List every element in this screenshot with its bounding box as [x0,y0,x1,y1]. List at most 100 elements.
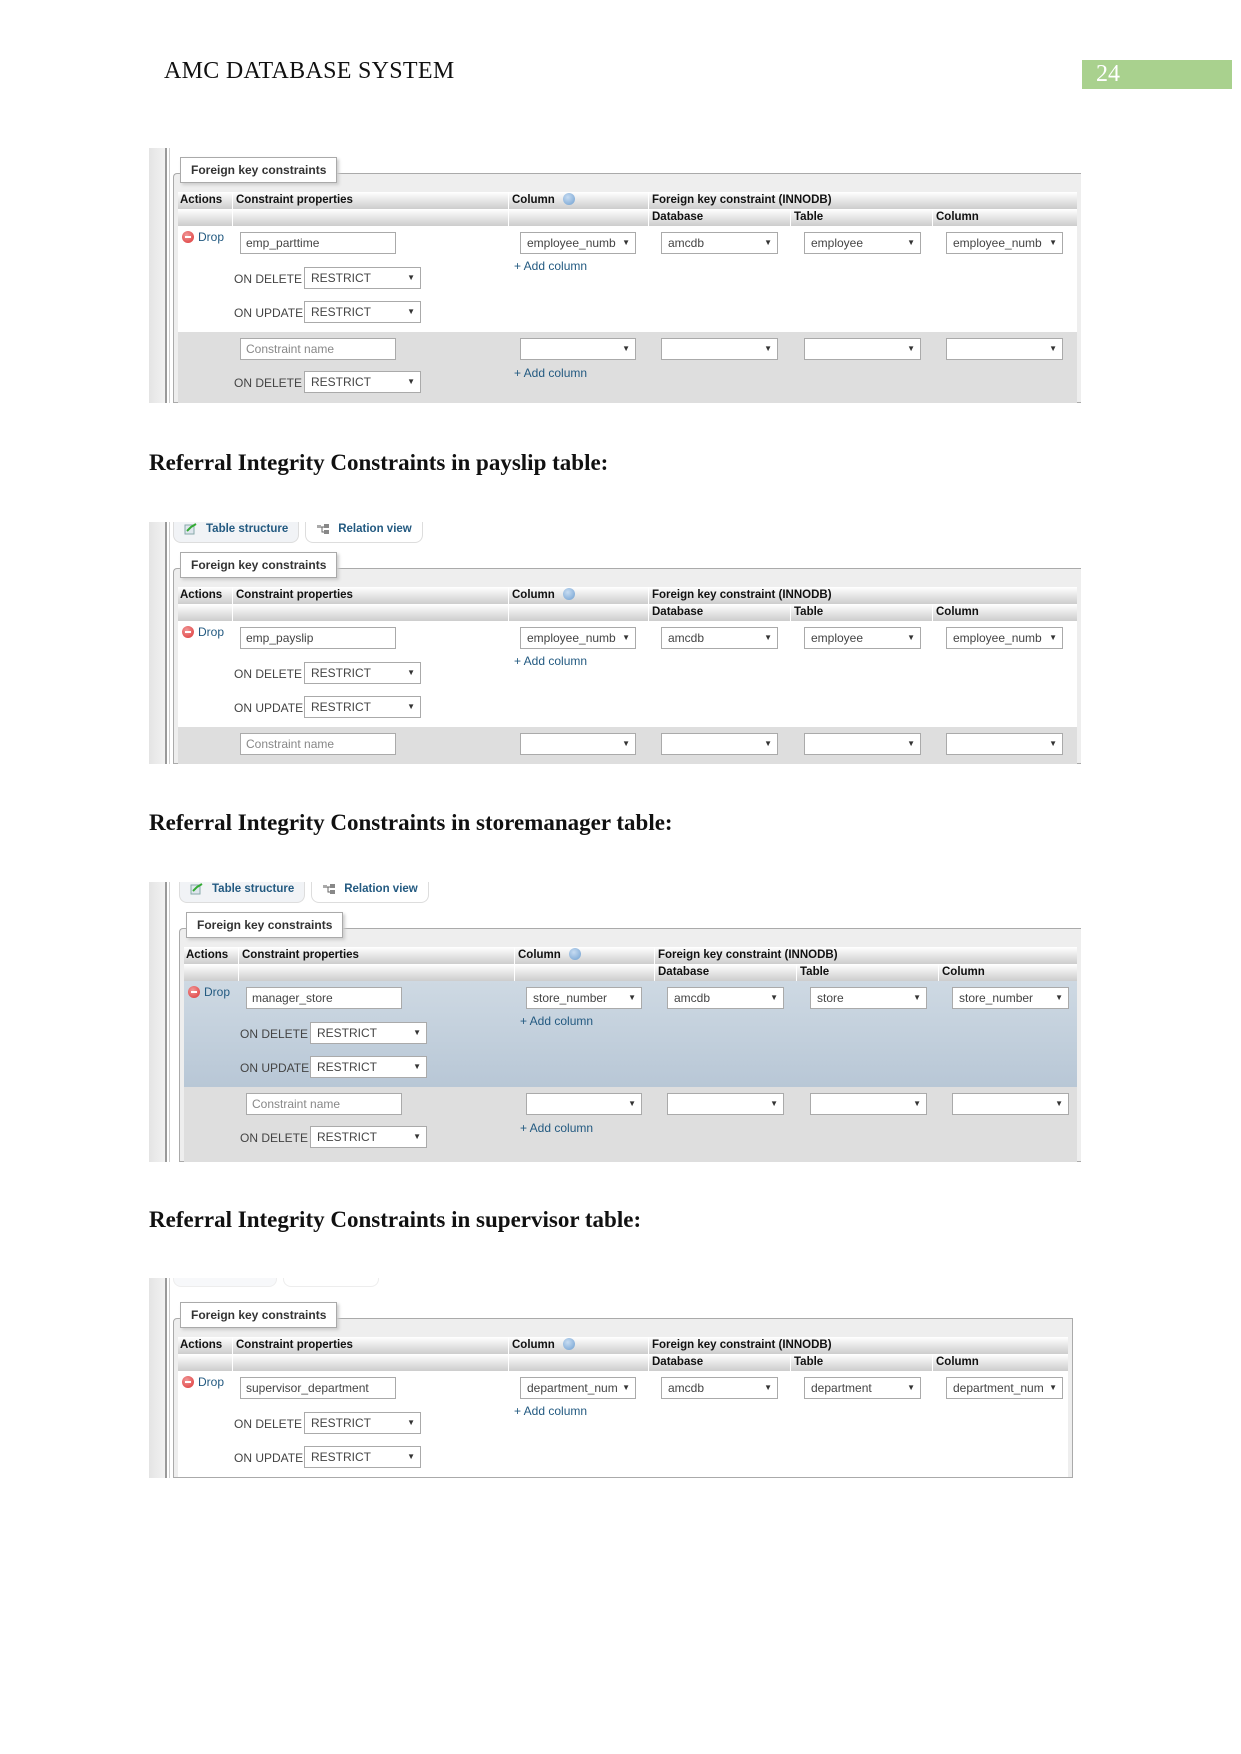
ref-column-select[interactable]: employee_numb ▼ [946,627,1063,649]
tab-relation-view[interactable]: Relation view [283,1278,379,1287]
constraint-name-input-new[interactable]: Constraint name [246,1093,402,1115]
col-table: Table [794,606,824,618]
ref-column-select-new[interactable]: ▼ [952,1093,1069,1115]
heading-payslip: Referral Integrity Constraints in paysli… [149,450,609,475]
drop-button[interactable]: Drop [188,985,230,999]
database-select-new[interactable]: ▼ [661,733,778,755]
col-ref-column: Column [936,606,979,618]
constraint-name-input[interactable]: emp_payslip [240,627,396,649]
drop-button[interactable]: Drop [182,625,224,639]
help-icon[interactable] [562,1338,575,1350]
add-column-link[interactable]: + Add column [514,366,587,380]
table-select[interactable]: store ▼ [810,987,927,1009]
on-delete-select[interactable]: RESTRICT ▼ [304,1412,421,1434]
screenshot-parttime-fk: Foreign key constraints Actions Constrai… [149,148,1081,403]
constraint-name-input-new[interactable]: Constraint name [240,338,396,360]
on-delete-select[interactable]: RESTRICT ▼ [304,267,421,289]
drop-icon [182,231,194,243]
col-database: Database [652,606,704,618]
add-column-link[interactable]: + Add column [520,1121,593,1135]
new-fk-row: Constraint name ON DELETE RESTRICT ▼ ▼ + … [178,332,1077,403]
on-delete-label: ON DELETE [234,376,303,390]
constraint-name-input[interactable]: emp_parttime [240,232,396,254]
col-database: Database [652,1356,704,1368]
constraint-name-input[interactable]: manager_store [246,987,402,1009]
col-database: Database [652,211,704,223]
tab-table-structure[interactable]: Table structure [173,1278,278,1287]
column-select-new[interactable]: ▼ [520,733,636,755]
ref-column-select[interactable]: employee_numb ▼ [946,232,1063,254]
help-icon[interactable] [562,588,575,600]
database-select[interactable]: amcdb ▼ [661,232,778,254]
add-column-link[interactable]: + Add column [514,1404,587,1418]
on-update-select[interactable]: RESTRICT ▼ [304,696,421,718]
drop-button[interactable]: Drop [182,1375,224,1389]
table-select[interactable]: employee ▼ [804,627,921,649]
fk-row-highlighted: Drop manager_store ON DELETE RESTRICT ▼ O… [184,981,1077,1087]
drop-icon [182,1376,194,1388]
constraint-name-input[interactable]: supervisor_department [240,1377,396,1399]
table-select-new[interactable]: ▼ [810,1093,927,1115]
tab-table-structure[interactable]: Table structure [179,882,306,903]
ref-column-select[interactable]: store_number ▼ [952,987,1069,1009]
ref-column-select-new[interactable]: ▼ [946,338,1063,360]
col-database: Database [658,966,710,978]
page-number: 24 [1082,60,1232,89]
column-select[interactable]: employee_numb ▼ [520,232,636,254]
column-select-new[interactable]: ▼ [520,338,636,360]
database-select[interactable]: amcdb ▼ [667,987,784,1009]
on-update-select[interactable]: RESTRICT ▼ [304,301,421,323]
help-icon[interactable] [568,948,581,960]
col-table: Table [794,211,824,223]
on-delete-label: ON DELETE [234,667,303,681]
ref-column-select-new[interactable]: ▼ [946,733,1063,755]
on-update-select[interactable]: RESTRICT ▼ [310,1056,427,1078]
col-constraint-properties: Constraint properties [236,1339,353,1351]
column-select-new[interactable]: ▼ [526,1093,642,1115]
add-column-link[interactable]: + Add column [520,1014,593,1028]
on-delete-label: ON DELETE [234,272,303,286]
tab-bar: Table structure Relation view [179,882,429,903]
on-delete-label: ON DELETE [234,1417,303,1431]
screenshot-payslip-fk: Table structure Relation view Foreign ke… [149,522,1081,764]
table-select[interactable]: department ▼ [804,1377,921,1399]
fk-row: Drop emp_payslip ON DELETE RESTRICT ▼ ON … [178,621,1077,727]
col-column: Column [518,948,581,961]
ref-column-select[interactable]: department_num ▼ [946,1377,1063,1399]
on-delete-select-new[interactable]: RESTRICT ▼ [310,1126,427,1148]
database-select[interactable]: amcdb ▼ [661,627,778,649]
tab-relation-view[interactable]: Relation view [305,522,423,543]
column-select[interactable]: store_number ▼ [526,987,642,1009]
fk-fieldset: Foreign key constraints Actions Constrai… [173,157,1081,403]
drop-button[interactable]: Drop [182,230,224,244]
column-select[interactable]: department_num ▼ [520,1377,636,1399]
database-select-new[interactable]: ▼ [667,1093,784,1115]
tab-bar: Table structure Relation view [173,1278,379,1287]
on-update-label: ON UPDATE [240,1061,310,1075]
help-icon[interactable] [562,193,575,205]
table-select-new[interactable]: ▼ [804,338,921,360]
relation-view-icon [323,884,336,894]
col-column: Column [512,1338,575,1351]
on-delete-select[interactable]: RESTRICT ▼ [310,1022,427,1044]
table-select-new[interactable]: ▼ [804,733,921,755]
column-select[interactable]: employee_numb ▼ [520,627,636,649]
on-delete-select-new[interactable]: RESTRICT ▼ [304,371,421,393]
add-column-link[interactable]: + Add column [514,654,587,668]
tab-relation-view[interactable]: Relation view [311,882,429,903]
tab-table-structure[interactable]: Table structure [173,522,300,543]
on-update-select[interactable]: RESTRICT ▼ [304,1446,421,1468]
fk-legend: Foreign key constraints [180,157,338,183]
on-delete-label: ON DELETE [240,1027,309,1041]
table-select[interactable]: employee ▼ [804,232,921,254]
database-select-new[interactable]: ▼ [661,338,778,360]
col-ref-column: Column [936,1356,979,1368]
col-constraint-properties: Constraint properties [242,949,359,961]
database-select[interactable]: amcdb ▼ [661,1377,778,1399]
add-column-link[interactable]: + Add column [514,259,587,273]
on-delete-select[interactable]: RESTRICT ▼ [304,662,421,684]
col-fk: Foreign key constraint (INNODB) [658,949,838,961]
on-delete-label: ON DELETE [240,1131,309,1145]
drop-icon [188,986,200,998]
constraint-name-input-new[interactable]: Constraint name [240,733,396,755]
